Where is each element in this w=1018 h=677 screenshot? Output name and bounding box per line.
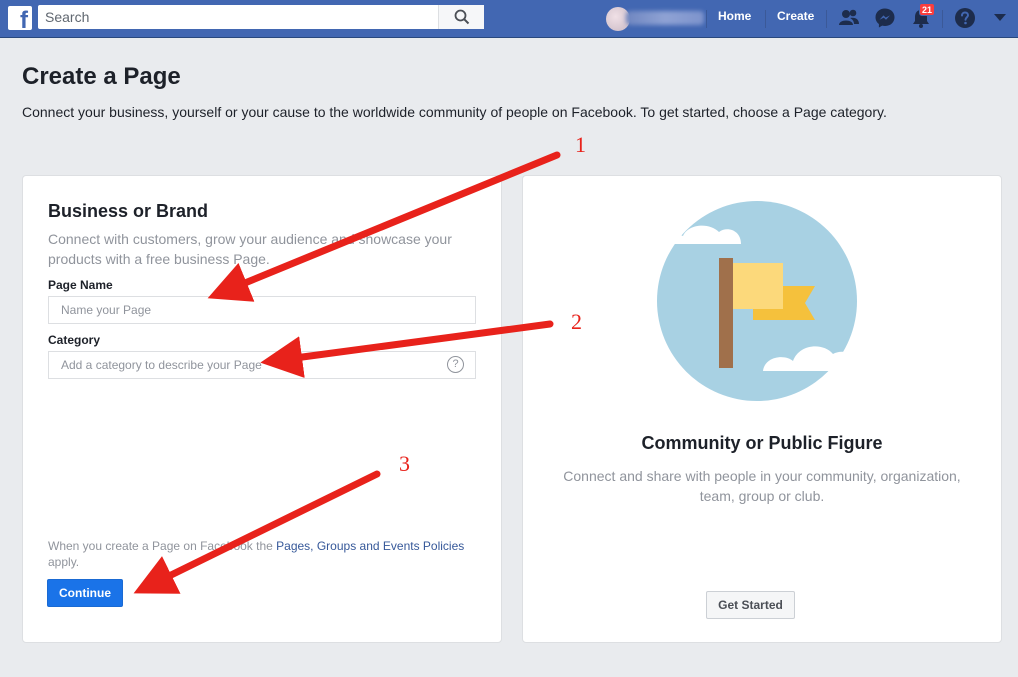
nav-divider bbox=[942, 10, 943, 28]
continue-button[interactable]: Continue bbox=[47, 579, 123, 607]
community-or-public-figure-card: Community or Public Figure Connect and s… bbox=[522, 175, 1002, 643]
profile-name-redacted bbox=[626, 11, 704, 25]
category-input[interactable] bbox=[49, 352, 475, 378]
messenger-icon[interactable] bbox=[874, 7, 896, 29]
get-started-button[interactable]: Get Started bbox=[706, 591, 795, 619]
annotation-label-2: 2 bbox=[571, 309, 582, 334]
business-card-title: Business or Brand bbox=[48, 201, 209, 221]
top-navigation-bar: f Home Create 21 bbox=[0, 0, 1018, 38]
search-input[interactable] bbox=[38, 5, 438, 29]
nav-divider bbox=[826, 10, 827, 28]
policy-suffix: apply. bbox=[48, 555, 80, 569]
search-icon bbox=[454, 9, 469, 25]
policies-link[interactable]: Pages, Groups and Events Policies bbox=[276, 539, 464, 553]
friend-requests-icon[interactable] bbox=[838, 7, 860, 29]
search-box bbox=[38, 5, 484, 29]
flag-illustration-icon bbox=[657, 201, 865, 401]
nav-divider bbox=[765, 10, 766, 28]
page-name-input[interactable] bbox=[49, 297, 475, 323]
category-help-icon[interactable]: ? bbox=[447, 356, 464, 373]
create-link[interactable]: Create bbox=[777, 0, 814, 38]
policy-prefix: When you create a Page on Facebook the bbox=[48, 539, 277, 553]
category-label: Category bbox=[48, 333, 101, 347]
home-link[interactable]: Home bbox=[718, 0, 751, 38]
annotation-label-1: 1 bbox=[575, 132, 586, 157]
business-or-brand-card: Business or Brand Connect with customers… bbox=[22, 175, 502, 643]
page-name-label: Page Name bbox=[48, 278, 113, 292]
nav-divider bbox=[706, 10, 707, 28]
page-title: Create a Page bbox=[22, 63, 181, 90]
profile-link[interactable] bbox=[606, 5, 706, 31]
account-menu-chevron-down-icon[interactable] bbox=[992, 12, 1008, 24]
annotation-label-3: 3 bbox=[399, 451, 410, 476]
facebook-logo-icon[interactable]: f bbox=[8, 6, 32, 30]
search-button[interactable] bbox=[438, 5, 484, 29]
category-field: ? bbox=[48, 351, 476, 379]
page-name-field bbox=[48, 296, 476, 324]
policy-notice: When you create a Page on Facebook the P… bbox=[48, 538, 478, 570]
help-question-icon[interactable] bbox=[954, 7, 976, 29]
page-description: Connect your business, yourself or your … bbox=[22, 104, 887, 120]
notifications-count-badge: 21 bbox=[919, 3, 936, 16]
business-card-description: Connect with customers, grow your audien… bbox=[48, 231, 452, 267]
community-card-title: Community or Public Figure bbox=[641, 433, 883, 453]
community-card-description: Connect and share with people in your co… bbox=[563, 468, 961, 504]
